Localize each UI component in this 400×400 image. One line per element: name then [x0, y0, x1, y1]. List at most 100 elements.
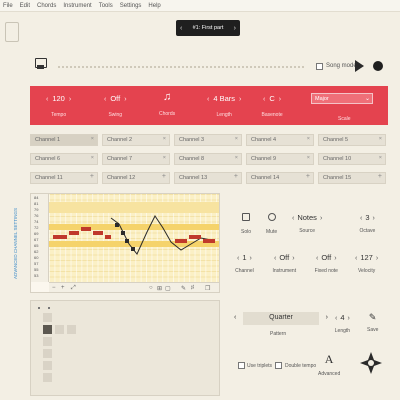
- add-icon[interactable]: +: [378, 173, 382, 180]
- swing-increase-icon[interactable]: ›: [124, 96, 126, 103]
- print-icon[interactable]: [35, 58, 47, 69]
- instrument-decrease-icon[interactable]: ‹: [274, 255, 276, 262]
- menu-chords[interactable]: Chords: [37, 3, 56, 9]
- channel-tab-10[interactable]: Channel 10 ×: [318, 153, 386, 165]
- note[interactable]: [69, 231, 79, 235]
- menu-edit[interactable]: Edit: [20, 3, 30, 9]
- zoom-in-icon[interactable]: +: [61, 285, 65, 291]
- tempo-decrease-icon[interactable]: ‹: [46, 96, 48, 103]
- close-icon[interactable]: ×: [379, 155, 382, 161]
- advanced-button[interactable]: A Advanced: [318, 352, 340, 377]
- fixed-note-increase-icon[interactable]: ›: [334, 255, 336, 262]
- basenote-decrease-icon[interactable]: ‹: [263, 96, 265, 103]
- piano-roll[interactable]: 84 81 79 76 74 72 69 67 65 62 60 57 55 5…: [30, 193, 220, 293]
- note[interactable]: [93, 231, 103, 235]
- part-selector[interactable]: ‹ #1: First part ›: [176, 20, 240, 36]
- channel-tab-15[interactable]: Channel 15 +: [318, 172, 386, 184]
- channel-tab-11[interactable]: Channel 11 +: [30, 172, 98, 184]
- close-icon[interactable]: ×: [163, 155, 166, 161]
- channel-tab-6[interactable]: Channel 6 ×: [30, 153, 98, 165]
- channel-tab-4[interactable]: Channel 4 ×: [246, 134, 314, 146]
- basenote-increase-icon[interactable]: ›: [279, 96, 281, 103]
- tempo-control[interactable]: ‹ 120 › Tempo: [42, 94, 75, 118]
- advanced-settings-side-label[interactable]: ADVANCED CHANNEL SETTINGS: [13, 193, 19, 293]
- copy-icon[interactable]: ❐: [205, 285, 210, 292]
- note[interactable]: [175, 239, 187, 243]
- play-button[interactable]: [355, 60, 364, 72]
- source-decrease-icon[interactable]: ‹: [292, 215, 294, 222]
- grid-icon[interactable]: ⊞: [157, 285, 162, 292]
- basenote-control[interactable]: ‹ C › Basenote: [259, 94, 285, 118]
- channel-tab-3[interactable]: Channel 3 ×: [174, 134, 242, 146]
- channel-tab-2[interactable]: Channel 2 ×: [102, 134, 170, 146]
- pattern-prev-icon[interactable]: ‹: [234, 314, 236, 321]
- menu-settings[interactable]: Settings: [120, 3, 142, 9]
- note-grid[interactable]: [49, 194, 219, 282]
- song-mode-checkbox[interactable]: [316, 63, 323, 70]
- chords-button[interactable]: ♫ Chords: [159, 91, 175, 117]
- channel-number-control[interactable]: ‹ 1 › Channel: [234, 253, 255, 274]
- plength-increase-icon[interactable]: ›: [348, 315, 350, 322]
- song-timeline[interactable]: [58, 66, 304, 68]
- channel-tab-5[interactable]: Channel 5 ×: [318, 134, 386, 146]
- channel-tab-14[interactable]: Channel 14 +: [246, 172, 314, 184]
- pattern-cell[interactable]: [67, 325, 76, 334]
- save-button[interactable]: ✎ Save: [367, 312, 378, 333]
- pattern-cell[interactable]: [43, 373, 52, 382]
- loop-icon[interactable]: ○: [149, 285, 153, 291]
- tune-icon[interactable]: ♯: [191, 285, 194, 291]
- close-icon[interactable]: ×: [379, 136, 382, 142]
- close-icon[interactable]: ×: [91, 136, 94, 142]
- double-tempo-checkbox[interactable]: [275, 362, 282, 369]
- zoom-out-icon[interactable]: −: [52, 285, 56, 291]
- octave-decrease-icon[interactable]: ‹: [360, 215, 362, 222]
- mute-button[interactable]: Mute: [266, 213, 277, 235]
- solo-button[interactable]: Solo: [241, 213, 251, 235]
- note[interactable]: [131, 247, 135, 251]
- menu-help[interactable]: Help: [148, 3, 160, 9]
- pattern-next-icon[interactable]: ›: [326, 314, 328, 321]
- note[interactable]: [115, 223, 119, 227]
- compass-icon[interactable]: [360, 352, 382, 374]
- menu-tools[interactable]: Tools: [99, 3, 113, 9]
- velocity-control[interactable]: ‹ 127 › Velocity: [352, 253, 381, 274]
- part-prev-button[interactable]: ‹: [180, 25, 182, 32]
- note[interactable]: [121, 231, 125, 235]
- close-icon[interactable]: ×: [163, 136, 166, 142]
- plength-decrease-icon[interactable]: ‹: [335, 315, 337, 322]
- velocity-decrease-icon[interactable]: ‹: [355, 255, 357, 262]
- swing-control[interactable]: ‹ Off › Swing: [100, 94, 131, 118]
- note[interactable]: [81, 227, 91, 231]
- close-icon[interactable]: ×: [235, 155, 238, 161]
- clear-icon[interactable]: ▢: [165, 285, 171, 292]
- note[interactable]: [189, 235, 201, 239]
- pattern-cell[interactable]: [43, 337, 52, 346]
- pattern-cell[interactable]: [55, 325, 64, 334]
- tempo-increase-icon[interactable]: ›: [69, 96, 71, 103]
- note[interactable]: [105, 235, 111, 239]
- pattern-cell[interactable]: [43, 361, 52, 370]
- record-button[interactable]: [373, 61, 383, 71]
- fixed-note-control[interactable]: ‹ Off › Fixed note: [313, 253, 340, 274]
- channel-decrease-icon[interactable]: ‹: [237, 255, 239, 262]
- length-increase-icon[interactable]: ›: [239, 96, 241, 103]
- source-control[interactable]: ‹ Notes › Source: [289, 213, 325, 234]
- note[interactable]: [125, 239, 129, 243]
- part-next-button[interactable]: ›: [234, 25, 236, 32]
- add-icon[interactable]: +: [90, 173, 94, 180]
- add-icon[interactable]: +: [306, 173, 310, 180]
- menu-instrument[interactable]: Instrument: [63, 3, 91, 9]
- channel-tab-9[interactable]: Channel 9 ×: [246, 153, 314, 165]
- swing-decrease-icon[interactable]: ‹: [104, 96, 106, 103]
- channel-tab-7[interactable]: Channel 7 ×: [102, 153, 170, 165]
- pattern-cell[interactable]: [43, 349, 52, 358]
- instrument-increase-icon[interactable]: ›: [292, 255, 294, 262]
- channel-tab-13[interactable]: Channel 13 +: [174, 172, 242, 184]
- close-icon[interactable]: ×: [91, 155, 94, 161]
- fit-icon[interactable]: ⤢: [71, 285, 76, 292]
- note[interactable]: [53, 235, 67, 239]
- channel-tab-12[interactable]: Channel 12 +: [102, 172, 170, 184]
- octave-increase-icon[interactable]: ›: [373, 215, 375, 222]
- close-icon[interactable]: ×: [235, 136, 238, 142]
- channel-tab-1[interactable]: Channel 1 ×: [30, 134, 98, 146]
